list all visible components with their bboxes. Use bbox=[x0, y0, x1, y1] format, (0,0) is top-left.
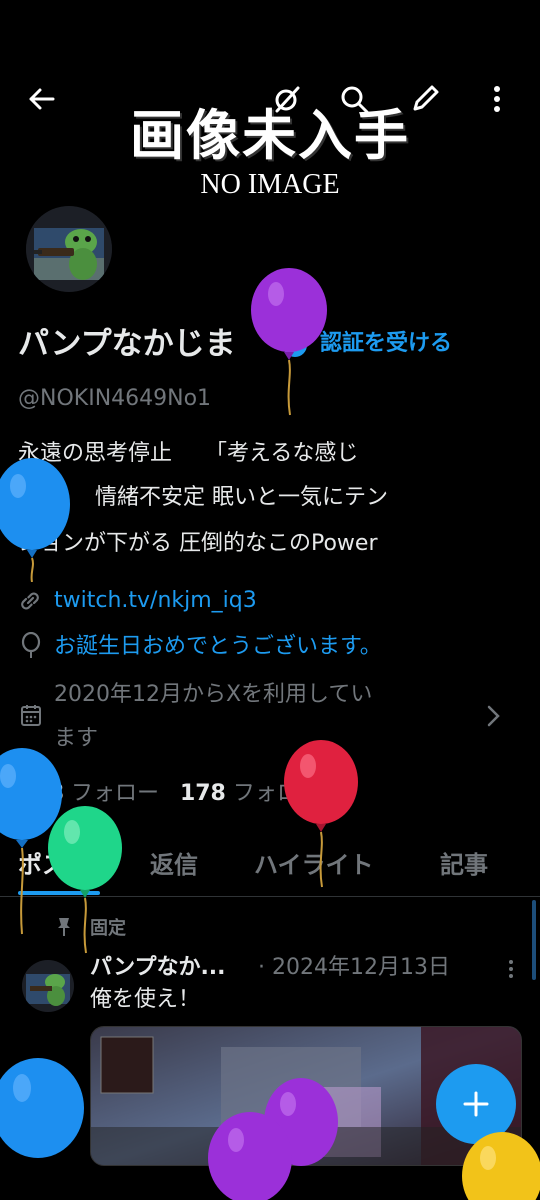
banner-title: 画像未入手 bbox=[130, 103, 410, 167]
post-more-icon[interactable] bbox=[504, 958, 518, 980]
post-avatar[interactable] bbox=[22, 960, 74, 1012]
post-text: 俺を使え！ bbox=[90, 987, 201, 1012]
post-author[interactable]: パンプなか... bbox=[90, 952, 226, 984]
birthday-text[interactable]: お誕生日おめでとうございます。 bbox=[54, 632, 382, 662]
display-name: パンプなかじま bbox=[18, 326, 236, 362]
balloon-icon bbox=[206, 1108, 296, 1200]
joined-date-line: 2020年12月からXを利用してい bbox=[54, 682, 373, 707]
balloon-icon bbox=[20, 632, 42, 660]
tab-replies[interactable]: 返信 bbox=[150, 848, 198, 882]
pencil-icon[interactable] bbox=[410, 84, 440, 114]
calendar-icon bbox=[20, 703, 42, 727]
chevron-right-icon[interactable] bbox=[484, 703, 502, 729]
scrollbar[interactable] bbox=[532, 900, 536, 980]
balloon-icon bbox=[282, 740, 362, 890]
grok-icon[interactable] bbox=[272, 84, 302, 114]
more-vertical-icon[interactable] bbox=[488, 84, 506, 114]
balloon-icon bbox=[462, 1132, 540, 1200]
avatar[interactable] bbox=[26, 206, 112, 292]
get-verified-link[interactable]: 認証を受ける bbox=[320, 328, 452, 360]
balloon-icon bbox=[0, 1056, 90, 1200]
post-date: · 2024年12月13日 bbox=[258, 955, 450, 980]
balloon-icon bbox=[46, 806, 126, 956]
profile-handle: @NOKIN4649No1 bbox=[18, 386, 212, 411]
link-icon bbox=[18, 588, 42, 614]
plus-icon bbox=[462, 1090, 490, 1118]
profile-link[interactable]: twitch.tv/nkjm_iq3 bbox=[54, 586, 257, 616]
search-icon[interactable] bbox=[338, 84, 370, 116]
followers-count[interactable]: 178 bbox=[180, 781, 226, 806]
arrow-left-icon[interactable] bbox=[26, 84, 56, 114]
following-label[interactable]: フォロー bbox=[71, 781, 159, 806]
balloon-icon bbox=[0, 452, 76, 582]
banner-subtitle: NO IMAGE bbox=[200, 169, 340, 200]
tab-articles[interactable]: 記事 bbox=[440, 848, 488, 882]
balloon-icon bbox=[248, 266, 330, 416]
